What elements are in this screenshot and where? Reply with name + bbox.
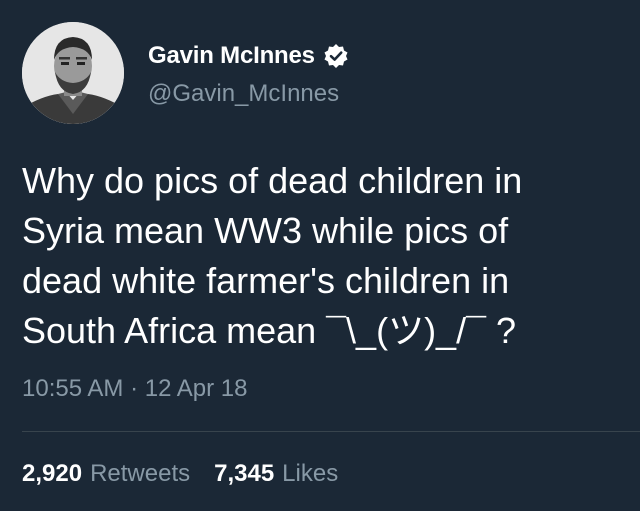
retweets-label: Retweets: [90, 460, 191, 487]
retweets-stat[interactable]: 2,920 Retweets: [22, 460, 190, 488]
display-name[interactable]: Gavin McInnes: [148, 42, 315, 70]
tweet-text: Why do pics of dead children in Syria me…: [22, 160, 523, 351]
avatar[interactable]: [22, 22, 124, 124]
likes-stat[interactable]: 7,345 Likes: [214, 460, 338, 488]
likes-label: Likes: [282, 460, 339, 487]
tweet-time: 10:55 AM: [22, 375, 124, 402]
retweets-count: 2,920: [22, 460, 83, 487]
profile-photo: [22, 22, 124, 124]
author-handle[interactable]: @Gavin_McInnes: [148, 80, 339, 108]
tweet-card: Gavin McInnes @Gavin_McInnes Why do pics…: [0, 0, 640, 511]
tweet-date: 12 Apr 18: [144, 375, 248, 402]
tweet-stats: 2,920 Retweets 7,345 Likes: [22, 460, 362, 488]
timestamp-separator: ·: [130, 375, 139, 402]
tweet-timestamp[interactable]: 10:55 AM · 12 Apr 18: [22, 375, 248, 403]
divider: [22, 431, 640, 432]
author-name-row: Gavin McInnes: [148, 40, 349, 72]
likes-count: 7,345: [214, 460, 275, 487]
verified-badge-icon: [323, 43, 349, 69]
